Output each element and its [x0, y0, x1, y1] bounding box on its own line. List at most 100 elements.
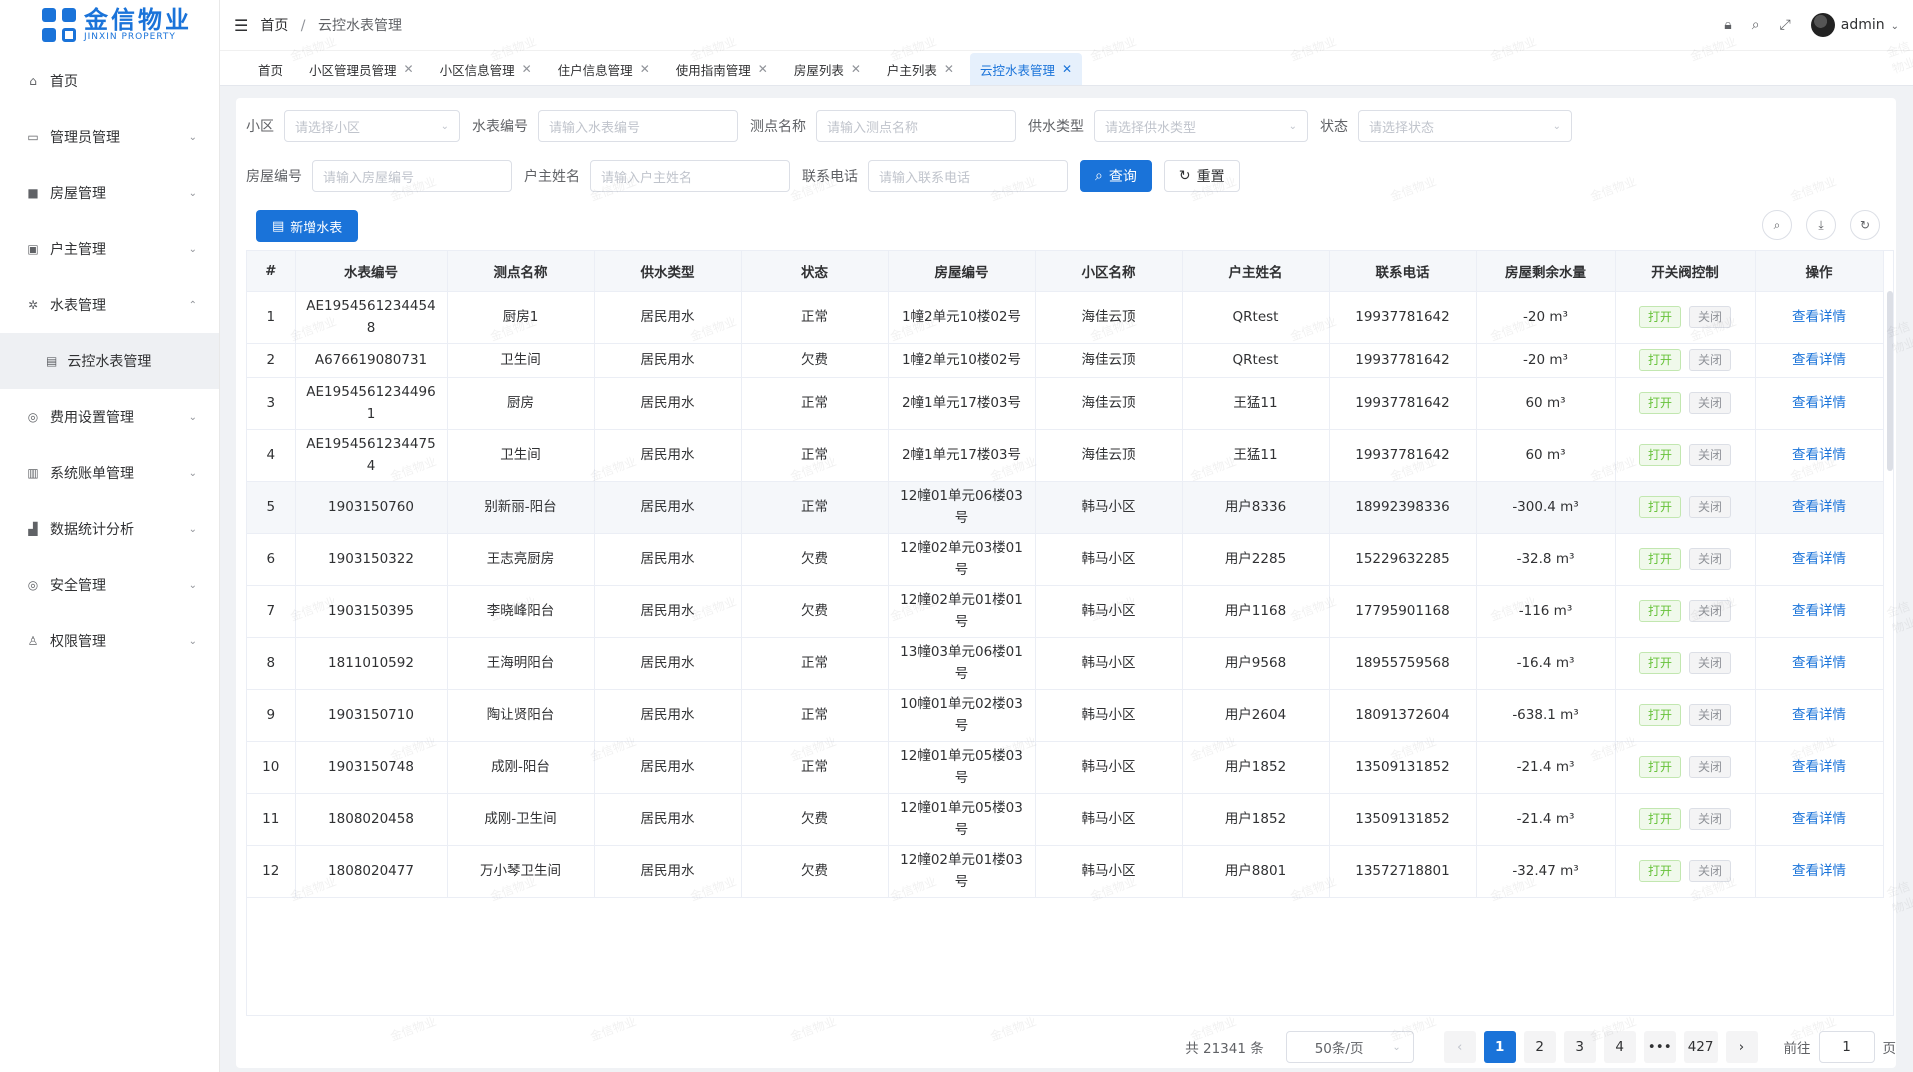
close-icon[interactable]: ✕: [851, 62, 861, 76]
point-input[interactable]: 请输入测点名称: [816, 110, 1016, 142]
sidebar-item[interactable]: ◎ 安全管理 ⌄: [0, 557, 219, 613]
table-row[interactable]: 4 AE19545612344754 卫生间 居民用水 正常 2幢1单元17楼03号 海佳云…: [247, 429, 1884, 482]
table-row[interactable]: 12 1808020477 万小琴卫生间 居民用水 欠费 12幢02单元01楼03号 韩马小…: [247, 845, 1884, 898]
next-page-button[interactable]: ›: [1725, 1031, 1758, 1063]
open-valve-button[interactable]: 打开: [1638, 652, 1681, 674]
sidebar-item[interactable]: ◎ 费用设置管理 ⌄: [0, 389, 219, 445]
close-valve-button[interactable]: 关闭: [1689, 704, 1732, 726]
page-button[interactable]: 4: [1603, 1031, 1636, 1063]
close-valve-button[interactable]: 关闭: [1689, 600, 1732, 622]
sidebar-item[interactable]: ▥ 系统账单管理 ⌄: [0, 445, 219, 501]
view-detail-link[interactable]: 查看详情: [1792, 603, 1846, 619]
close-valve-button[interactable]: 关闭: [1689, 349, 1732, 371]
close-valve-button[interactable]: 关闭: [1689, 306, 1732, 328]
hamburger-icon[interactable]: ☰: [234, 16, 248, 35]
close-valve-button[interactable]: 关闭: [1689, 548, 1732, 570]
table-row[interactable]: 10 1903150748 成刚-阳台 居民用水 正常 12幢01单元05楼03号 韩马小区…: [247, 741, 1884, 794]
close-valve-button[interactable]: 关闭: [1689, 756, 1732, 778]
download-icon[interactable]: ⤓: [1806, 210, 1836, 240]
view-detail-link[interactable]: 查看详情: [1792, 811, 1846, 827]
fullscreen-icon[interactable]: ⤢: [1780, 17, 1791, 33]
tab[interactable]: 云控水表管理 ✕: [969, 53, 1083, 85]
owner-input[interactable]: 请输入户主姓名: [590, 160, 790, 192]
table-row[interactable]: 6 1903150322 王志亮厨房 居民用水 欠费 12幢02单元03楼01号 韩马小区用…: [247, 533, 1884, 586]
close-valve-button[interactable]: 关闭: [1689, 860, 1732, 882]
meter-no-input[interactable]: 请输入水表编号: [538, 110, 738, 142]
page-size-select[interactable]: 50条/页 ⌄: [1285, 1031, 1414, 1063]
close-icon[interactable]: ✕: [1062, 62, 1072, 76]
tab[interactable]: 小区管理员管理 ✕: [299, 53, 424, 85]
close-icon[interactable]: ✕: [944, 62, 954, 76]
table-row[interactable]: 8 1811010592 王海明阳台 居民用水 正常 13幢03单元06楼01号 韩马小区用…: [247, 637, 1884, 690]
open-valve-button[interactable]: 打开: [1638, 306, 1681, 328]
sidebar-item[interactable]: ▣ 户主管理 ⌄: [0, 221, 219, 277]
goto-page-input[interactable]: 1: [1818, 1031, 1875, 1063]
view-detail-link[interactable]: 查看详情: [1792, 863, 1846, 879]
table-scrollbar[interactable]: [1887, 291, 1893, 471]
page-button[interactable]: 427: [1683, 1031, 1718, 1063]
open-valve-button[interactable]: 打开: [1638, 349, 1681, 371]
prev-page-button[interactable]: ‹: [1443, 1031, 1476, 1063]
community-select[interactable]: 请选择小区 ⌄: [284, 110, 460, 142]
lock-icon[interactable]: 🔒︎: [1724, 17, 1731, 33]
open-valve-button[interactable]: 打开: [1638, 860, 1681, 882]
open-valve-button[interactable]: 打开: [1638, 600, 1681, 622]
tab[interactable]: 小区信息管理 ✕: [430, 53, 542, 85]
sidebar-item[interactable]: ♙ 权限管理 ⌄: [0, 613, 219, 669]
view-detail-link[interactable]: 查看详情: [1792, 309, 1846, 325]
open-valve-button[interactable]: 打开: [1638, 548, 1681, 570]
table-row[interactable]: 5 1903150760 别新丽-阳台 居民用水 正常 12幢01单元06楼03号 韩马小区…: [247, 481, 1884, 534]
view-detail-link[interactable]: 查看详情: [1792, 447, 1846, 463]
view-detail-link[interactable]: 查看详情: [1792, 395, 1846, 411]
tab[interactable]: 使用指南管理 ✕: [666, 53, 778, 85]
table-row[interactable]: 3 AE19545612344961 厨房 居民用水 正常 2幢1单元17楼03号 海佳云顶…: [247, 377, 1884, 430]
phone-input[interactable]: 请输入联系电话: [868, 160, 1068, 192]
search-button[interactable]: ⌕ 查询: [1080, 160, 1152, 192]
page-button[interactable]: •••: [1643, 1031, 1676, 1063]
table-row[interactable]: 11 1808020458 成刚-卫生间 居民用水 欠费 12幢01单元05楼03号 韩马小…: [247, 793, 1884, 846]
user-menu[interactable]: admin ⌄: [1810, 13, 1899, 37]
breadcrumb-home[interactable]: 首页: [260, 18, 288, 34]
search-icon[interactable]: ⌕: [1752, 17, 1760, 33]
close-icon[interactable]: ✕: [522, 62, 532, 76]
close-valve-button[interactable]: 关闭: [1689, 652, 1732, 674]
close-icon[interactable]: ✕: [404, 62, 414, 76]
close-icon[interactable]: ✕: [640, 62, 650, 76]
sidebar-item[interactable]: ■ 房屋管理 ⌄: [0, 165, 219, 221]
page-button[interactable]: 3: [1563, 1031, 1596, 1063]
open-valve-button[interactable]: 打开: [1638, 496, 1681, 518]
house-no-input[interactable]: 请输入房屋编号: [312, 160, 512, 192]
view-detail-link[interactable]: 查看详情: [1792, 759, 1846, 775]
open-valve-button[interactable]: 打开: [1638, 808, 1681, 830]
reset-button[interactable]: ↻ 重置: [1163, 160, 1240, 192]
tab[interactable]: 住户信息管理 ✕: [548, 53, 660, 85]
open-valve-button[interactable]: 打开: [1638, 392, 1681, 414]
view-detail-link[interactable]: 查看详情: [1792, 352, 1846, 368]
table-row[interactable]: 2 A676619080731 卫生间 居民用水 欠费 1幢2单元10楼02号 海佳云顶 QR…: [247, 343, 1884, 378]
sidebar-item[interactable]: ⌂ 首页: [0, 53, 219, 109]
close-valve-button[interactable]: 关闭: [1689, 444, 1732, 466]
view-detail-link[interactable]: 查看详情: [1792, 707, 1846, 723]
tab[interactable]: 户主列表 ✕: [877, 53, 964, 85]
sidebar-item[interactable]: ▟ 数据统计分析 ⌄: [0, 501, 219, 557]
view-detail-link[interactable]: 查看详情: [1792, 499, 1846, 515]
close-valve-button[interactable]: 关闭: [1689, 392, 1732, 414]
close-icon[interactable]: ✕: [758, 62, 768, 76]
refresh-icon[interactable]: ↻: [1850, 210, 1880, 240]
sidebar-subitem-cloud-meter[interactable]: ▤ 云控水表管理: [0, 333, 219, 389]
open-valve-button[interactable]: 打开: [1638, 756, 1681, 778]
view-detail-link[interactable]: 查看详情: [1792, 655, 1846, 671]
open-valve-button[interactable]: 打开: [1638, 704, 1681, 726]
add-meter-button[interactable]: ▤ 新增水表: [256, 210, 359, 242]
supply-type-select[interactable]: 请选择供水类型 ⌄: [1094, 110, 1308, 142]
page-button[interactable]: 1: [1483, 1031, 1516, 1063]
view-detail-link[interactable]: 查看详情: [1792, 551, 1846, 567]
table-row[interactable]: 1 AE19545612344548 厨房1 居民用水 正常 1幢2单元10楼02号 海佳云…: [247, 291, 1884, 344]
table-row[interactable]: 7 1903150395 李晓峰阳台 居民用水 欠费 12幢02单元01楼01号 韩马小区用…: [247, 585, 1884, 638]
open-valve-button[interactable]: 打开: [1638, 444, 1681, 466]
tab[interactable]: 首页: [248, 53, 293, 85]
close-valve-button[interactable]: 关闭: [1689, 808, 1732, 830]
sidebar-item[interactable]: ✲ 水表管理 ⌃: [0, 277, 219, 333]
page-button[interactable]: 2: [1523, 1031, 1556, 1063]
status-select[interactable]: 请选择状态 ⌄: [1358, 110, 1572, 142]
